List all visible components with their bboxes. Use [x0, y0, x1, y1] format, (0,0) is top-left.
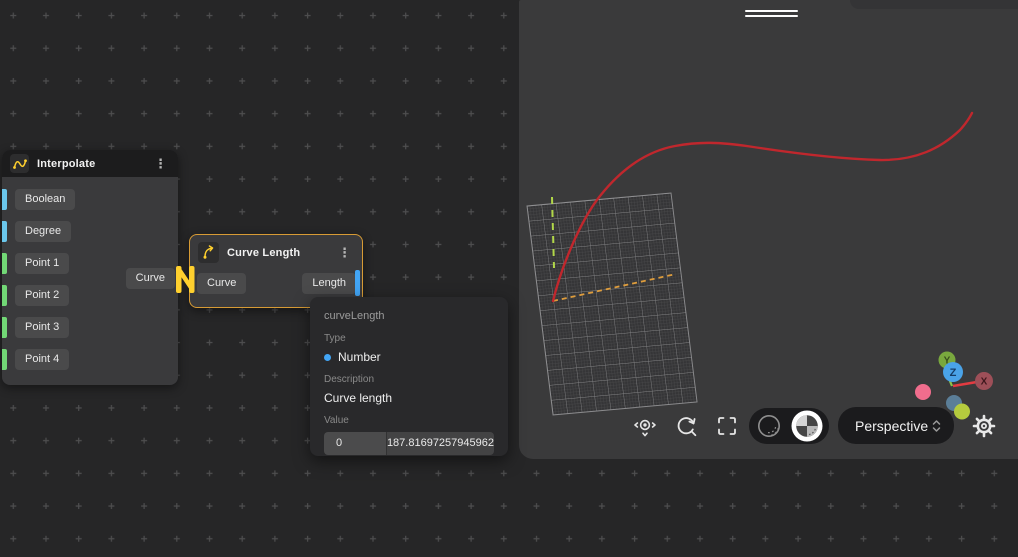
tooltip-value-label: Value	[324, 415, 494, 426]
port-type-strip	[2, 317, 7, 338]
port-type-strip	[2, 253, 7, 274]
tooltip-description-value: Curve length	[324, 391, 494, 405]
gizmo-z-label: Z	[950, 367, 957, 379]
gizmo-x-label: X	[981, 377, 988, 388]
input-port-point1[interactable]: Point 1	[2, 253, 69, 274]
type-number-dot-icon	[324, 354, 331, 361]
value-table: 0 187.81697257945962	[324, 432, 494, 455]
input-port-point4[interactable]: Point 4	[2, 349, 69, 370]
port-label: Degree	[15, 221, 71, 242]
port-label: Curve	[126, 268, 175, 289]
chevron-up-down-icon	[931, 418, 942, 434]
interpolate-node-header[interactable]: Interpolate ⋮	[2, 150, 178, 177]
port-label: Point 2	[15, 285, 69, 306]
viewport-settings-button[interactable]	[969, 411, 999, 441]
port-type-strip	[2, 189, 7, 210]
fit-view-icon	[715, 414, 739, 438]
pan-icon	[633, 414, 657, 438]
tooltip-port-name: curveLength	[324, 310, 494, 322]
tooltip-description-label: Description	[324, 374, 494, 385]
projection-value: Perspective	[855, 418, 931, 434]
port-label: Point 3	[15, 317, 69, 338]
port-label: Boolean	[15, 189, 75, 210]
port-type-strip	[355, 270, 360, 296]
output-port-length[interactable]: Length	[302, 273, 356, 294]
input-port-point3[interactable]: Point 3	[2, 317, 69, 338]
node-title: Interpolate	[37, 158, 95, 170]
interpolate-node[interactable]: Interpolate ⋮ Boolean Degree Point 1 Poi…	[2, 150, 178, 385]
port-type-strip	[2, 349, 7, 370]
port-label: Point 1	[15, 253, 69, 274]
port-tooltip: curveLength Type Number Description Curv…	[310, 297, 508, 456]
tooltip-type-value: Number	[338, 350, 381, 364]
input-port-curve[interactable]: Curve	[197, 273, 246, 294]
pan-button[interactable]	[628, 409, 662, 443]
orbit-icon	[673, 413, 699, 439]
port-type-strip	[2, 285, 7, 306]
tooltip-type-label: Type	[324, 333, 494, 344]
port-label: Length	[302, 273, 356, 294]
shading-mode-toggle[interactable]	[749, 408, 829, 444]
port-label: Curve	[197, 273, 246, 294]
gear-icon	[972, 414, 996, 438]
node-title: Curve Length	[227, 247, 300, 259]
3d-viewport[interactable]: Y Z X	[519, 0, 1018, 459]
port-type-strip	[2, 221, 7, 242]
projection-dropdown[interactable]: Perspective	[838, 407, 954, 444]
kebab-menu-icon[interactable]: ⋮	[335, 244, 354, 261]
gizmo-neg-x-ball[interactable]	[915, 384, 931, 400]
wireframe-sphere-icon[interactable]	[754, 411, 784, 441]
value-index-cell: 0	[324, 432, 386, 455]
viewport-drag-handle[interactable]	[745, 10, 798, 17]
input-port-point2[interactable]: Point 2	[2, 285, 69, 306]
shaded-sphere-icon[interactable]	[790, 409, 824, 443]
orbit-button[interactable]	[669, 409, 703, 443]
interpolate-curve-icon	[10, 154, 29, 173]
output-port-curve[interactable]: Curve	[126, 268, 175, 289]
curve-length-icon	[198, 242, 219, 263]
curve-wire[interactable]	[173, 262, 201, 298]
input-port-boolean[interactable]: Boolean	[2, 189, 75, 210]
curve-length-node-header[interactable]: Curve Length ⋮	[190, 235, 362, 265]
port-label: Point 4	[15, 349, 69, 370]
viewport-toolbar: Perspective	[519, 406, 1018, 446]
value-cell: 187.81697257945962	[386, 432, 494, 455]
fit-view-button[interactable]	[710, 409, 744, 443]
kebab-menu-icon[interactable]: ⋮	[151, 155, 170, 172]
input-port-degree[interactable]: Degree	[2, 221, 71, 242]
